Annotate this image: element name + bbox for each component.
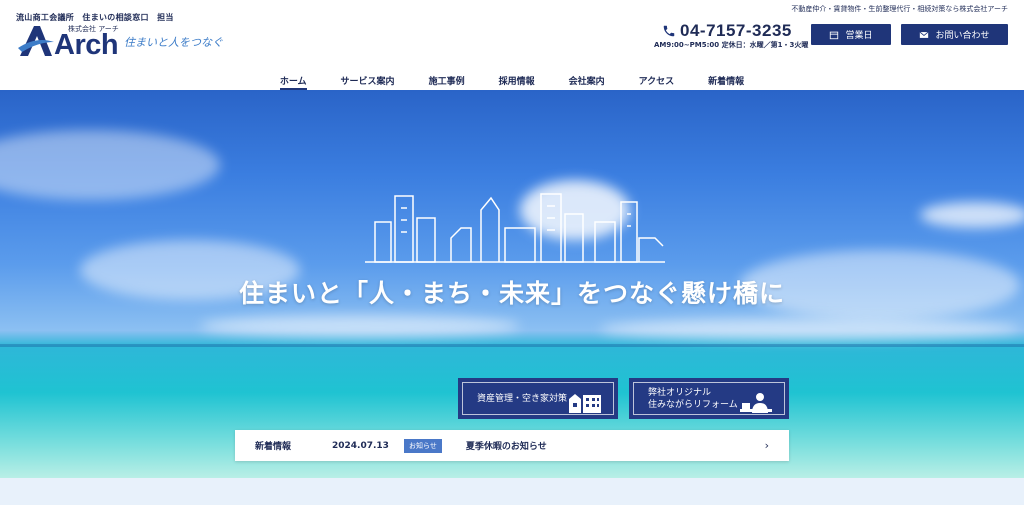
nav-item-works[interactable]: 施工事例 [429,74,465,90]
city-skyline-icon [365,193,665,263]
site-header: 流山商工会議所 住まいの相談窓口 担当 株式会社 アーチ Arch 住まいと人を… [0,0,1024,90]
nav-item-access[interactable]: アクセス [639,74,675,90]
nav-item-recruit[interactable]: 採用情報 [499,74,535,90]
nav-item-home[interactable]: ホーム [279,74,307,90]
nav-item-news[interactable]: 新着情報 [708,74,744,90]
nav-item-company[interactable]: 会社案内 [569,74,605,90]
news-label: 新着情報 [255,442,292,452]
news-date: 2024.07.13 [332,440,389,451]
main-nav: ホーム サービス案内 施工事例 採用情報 会社案内 アクセス 新着情報 [0,74,1024,90]
person-at-desk-icon [740,393,772,413]
reform-label-line2: 住みながらリフォーム [648,399,738,410]
cloud [200,315,520,337]
reform-banner[interactable]: 弊社オリジナル 住みながらリフォーム [629,378,789,419]
cloud [600,318,1020,340]
nav-item-services[interactable]: サービス案内 [341,74,395,90]
horizon [0,344,1024,347]
contact-label: お問い合わせ [935,31,990,41]
business-days-button[interactable]: 営業日 [811,24,891,45]
content-section-top [0,478,1024,505]
chevron-right-icon[interactable]: › [765,439,769,452]
news-ticker[interactable]: 新着情報 2024.07.13 お知らせ 夏季休暇のお知らせ › [235,430,789,461]
mail-icon [920,31,929,38]
hero-section: 住まいと「人・まち・未来」をつなぐ懸け橋に 資産管理・空き家対策 弊社オリジナル… [0,90,1024,478]
phone-icon [663,25,675,37]
logo-wordmark: Arch [54,29,119,61]
cloud [920,202,1024,228]
buildings-icon [569,394,601,413]
site-logo[interactable]: Arch [16,22,126,60]
header-service-tagline: 不動産仲介・賃貸物件・生前整理代行・相続対策なら株式会社アーチ [791,5,1008,13]
business-days-label: 営業日 [845,31,873,41]
logo-catchphrase: 住まいと人をつなぐ [124,36,223,49]
logo-a-mark [18,26,54,56]
contact-button[interactable]: お問い合わせ [901,24,1008,45]
news-title[interactable]: 夏季休暇のお知らせ [466,439,765,452]
phone-number: 04-7157-3235 [680,21,792,40]
asset-management-label: 資産管理・空き家対策 [477,393,568,404]
cloud [0,130,220,200]
phone-contact[interactable]: 04-7157-3235 [662,21,792,41]
news-category-badge: お知らせ [404,438,442,453]
calendar-icon [830,31,839,39]
asset-management-banner[interactable]: 資産管理・空き家対策 [458,378,618,419]
business-hours: AM9:00~PM5:00 定休日：水曜／第1・3火曜 [654,41,809,49]
hero-title: 住まいと「人・まち・未来」をつなぐ懸け橋に [238,279,785,308]
reform-label-line1: 弊社オリジナル [648,387,712,398]
